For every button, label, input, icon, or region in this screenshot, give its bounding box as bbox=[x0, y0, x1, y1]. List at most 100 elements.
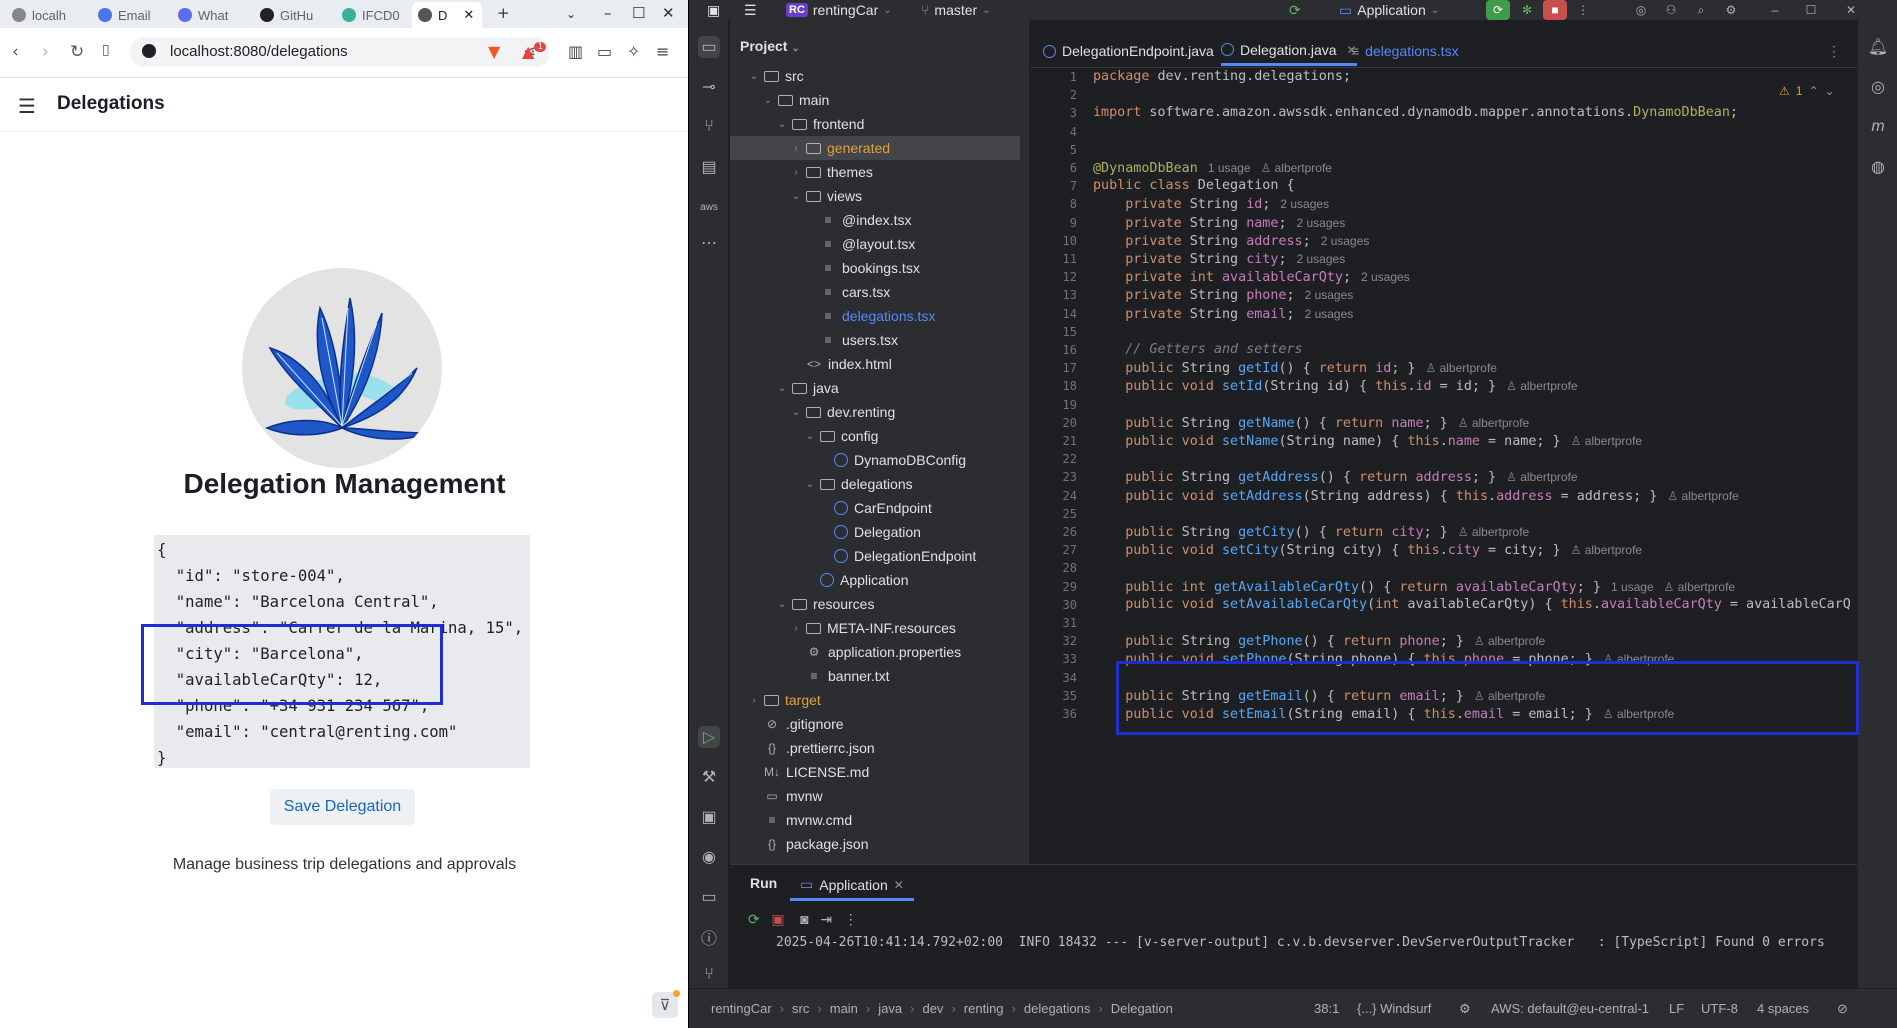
chevron-down-icon[interactable]: ⌄ bbox=[748, 71, 760, 82]
tree-item-themes[interactable]: › themes bbox=[730, 160, 1020, 184]
chevron-down-icon[interactable]: ⌄ bbox=[762, 95, 774, 106]
minimize-button[interactable]: – bbox=[604, 4, 612, 22]
run-config-selector[interactable]: ▭ Application ⌄ bbox=[1339, 0, 1439, 20]
tree-item-meta-inf-resources[interactable]: › META-INF.resources bbox=[730, 616, 1020, 640]
wallet-icon[interactable]: ▭ bbox=[597, 42, 612, 61]
plugin-icon[interactable]: ⚙ bbox=[1459, 1001, 1471, 1017]
close-window-button[interactable]: ✕ bbox=[662, 4, 675, 22]
browser-tab-1[interactable]: localh bbox=[6, 2, 88, 28]
notifications-bell-icon[interactable]: 🔔︎ bbox=[1867, 36, 1889, 58]
ai-chat-icon[interactable]: ◎ bbox=[1867, 76, 1889, 98]
tree-item-resources[interactable]: ⌄ resources bbox=[730, 592, 1020, 616]
tree-item-config[interactable]: ⌄ config bbox=[730, 424, 1020, 448]
tree-item-bookings-tsx[interactable]: ≡ bookings.tsx bbox=[730, 256, 1020, 280]
maven-icon[interactable]: m bbox=[1867, 116, 1889, 138]
sync-icon[interactable]: ⟳ bbox=[1289, 0, 1301, 20]
copilot-icon[interactable]: ◍ bbox=[1867, 156, 1889, 178]
exit-icon[interactable]: ⇥ bbox=[820, 911, 832, 927]
run-tool-icon[interactable]: ▷ bbox=[698, 726, 720, 748]
tree-item-delegation[interactable]: Delegation bbox=[730, 520, 1020, 544]
stop-icon[interactable]: ▣ bbox=[771, 911, 784, 927]
indent-setting[interactable]: 4 spaces bbox=[1757, 1001, 1809, 1016]
tree-item-delegationendpoint[interactable]: DelegationEndpoint bbox=[730, 544, 1020, 568]
new-tab-button[interactable]: + bbox=[497, 4, 510, 22]
breadcrumb-item[interactable]: renting bbox=[964, 1001, 1004, 1016]
search-icon[interactable]: ⌕ bbox=[1689, 0, 1713, 20]
ai-assistant-icon[interactable]: ◎ bbox=[1629, 0, 1653, 20]
tree-item-frontend[interactable]: ⌄ frontend bbox=[730, 112, 1020, 136]
chevron-right-icon[interactable]: › bbox=[790, 167, 802, 178]
tree-item-mvnw-cmd[interactable]: ≡ mvnw.cmd bbox=[730, 808, 1020, 832]
tree-item-mvnw[interactable]: ▭ mvnw bbox=[730, 784, 1020, 808]
chevron-down-icon[interactable]: ⌄ bbox=[790, 407, 802, 418]
tree-item-application-properties[interactable]: ⚙ application.properties bbox=[730, 640, 1020, 664]
tree-item-package-json[interactable]: {} package.json bbox=[730, 832, 1020, 856]
chevron-down-icon[interactable]: ⌄ bbox=[776, 599, 788, 610]
ide-close-button[interactable]: ✕ bbox=[1839, 0, 1863, 20]
services-icon[interactable]: ◉ bbox=[698, 846, 720, 868]
rerun-icon[interactable]: ⟳ bbox=[748, 911, 760, 927]
structure-icon[interactable]: ▤ bbox=[698, 156, 720, 178]
leo-ai-icon[interactable]: ✧ bbox=[627, 42, 640, 61]
tree-item-dev-renting[interactable]: ⌄ dev.renting bbox=[730, 400, 1020, 424]
tree-item-java[interactable]: ⌄ java bbox=[730, 376, 1020, 400]
tree-item-dynamodbconfig[interactable]: DynamoDBConfig bbox=[730, 448, 1020, 472]
chevron-right-icon[interactable]: › bbox=[748, 695, 760, 706]
tree-item-delegations-tsx[interactable]: ≡ delegations.tsx bbox=[730, 304, 1020, 328]
chevron-down-icon[interactable]: ⌄ bbox=[776, 383, 788, 394]
chevron-right-icon[interactable]: › bbox=[790, 623, 802, 634]
maximize-button[interactable]: ☐ bbox=[632, 4, 645, 22]
tree-item-layout-tsx[interactable]: ≡ @layout.tsx bbox=[730, 232, 1020, 256]
commit-icon[interactable]: ⊸ bbox=[698, 76, 720, 98]
save-delegation-button[interactable]: Save Delegation bbox=[270, 789, 415, 825]
screenshot-icon[interactable]: ◙ bbox=[800, 911, 808, 927]
ide-logo-icon[interactable]: ▣ bbox=[707, 0, 720, 20]
tab-list-icon[interactable]: ⌄ bbox=[566, 7, 576, 21]
tree-item-src[interactable]: ⌄ src bbox=[730, 64, 1020, 88]
editor-tab-delegation-endpoint[interactable]: DelegationEndpoint.java bbox=[1043, 36, 1214, 66]
git-icon[interactable]: ⑂ bbox=[698, 964, 720, 986]
file-encoding[interactable]: UTF-8 bbox=[1701, 1001, 1738, 1016]
breadcrumb-item[interactable]: src bbox=[792, 1001, 809, 1016]
tree-item-index-tsx[interactable]: ≡ @index.tsx bbox=[730, 208, 1020, 232]
terminal-icon[interactable]: ▭ bbox=[698, 886, 720, 908]
build-hammer-icon[interactable]: ⚒ bbox=[698, 766, 720, 788]
add-user-icon[interactable]: ⚇ bbox=[1659, 0, 1683, 20]
browser-tab-5[interactable]: IFCD0 bbox=[336, 2, 418, 28]
tree-item-banner-txt[interactable]: ≡ banner.txt bbox=[730, 664, 1020, 688]
pull-requests-icon[interactable]: ⑂ bbox=[698, 116, 720, 138]
tree-item-license-md[interactable]: M↓ LICENSE.md bbox=[730, 760, 1020, 784]
breadcrumb-item[interactable]: main bbox=[830, 1001, 858, 1016]
settings-gear-icon[interactable]: ⚙ bbox=[1719, 0, 1743, 20]
close-tab-icon[interactable]: ✕ bbox=[463, 7, 474, 23]
ide-minimize-button[interactable]: – bbox=[1763, 0, 1787, 20]
more-icon[interactable]: ⋮ bbox=[844, 911, 858, 927]
console-icon[interactable]: ▣ bbox=[698, 806, 720, 828]
browser-tab-active[interactable]: D ✕ bbox=[412, 2, 482, 28]
windsurf-status[interactable]: {...} Windsurf bbox=[1357, 1001, 1431, 1016]
ide-maximize-button[interactable]: ☐ bbox=[1799, 0, 1823, 20]
tree-item-target[interactable]: › target bbox=[730, 688, 1020, 712]
browser-tab-3[interactable]: What bbox=[172, 2, 254, 28]
bookmark-icon[interactable]: ▯ bbox=[102, 42, 110, 58]
more-actions-icon[interactable]: ⋮ bbox=[1571, 0, 1595, 20]
line-separator[interactable]: LF bbox=[1669, 1001, 1684, 1016]
aws-icon[interactable]: aws bbox=[698, 196, 720, 218]
breadcrumb-item[interactable]: dev bbox=[922, 1001, 943, 1016]
cursor-position[interactable]: 38:1 bbox=[1314, 1001, 1339, 1016]
main-menu-icon[interactable]: ☰ bbox=[744, 0, 757, 20]
breadcrumb-item[interactable]: rentingCar bbox=[711, 1001, 772, 1016]
project-selector[interactable]: RC rentingCar ⌄ bbox=[786, 0, 892, 20]
chevron-down-icon[interactable]: ⌄ bbox=[790, 191, 802, 202]
tree-item-cars-tsx[interactable]: ≡ cars.tsx bbox=[730, 280, 1020, 304]
site-info-icon[interactable] bbox=[142, 44, 156, 58]
hamburger-menu-icon[interactable]: ☰ bbox=[18, 94, 36, 118]
more-tools-icon[interactable]: ⋯ bbox=[698, 232, 720, 254]
tree-item-users-tsx[interactable]: ≡ users.tsx bbox=[730, 328, 1020, 352]
aws-connection-status[interactable]: AWS: default@eu-central-1 bbox=[1491, 1001, 1649, 1016]
tree-item-views[interactable]: ⌄ views bbox=[730, 184, 1020, 208]
branch-selector[interactable]: ⑂ master ⌄ bbox=[921, 0, 991, 20]
problems-icon[interactable]: ⓘ bbox=[698, 926, 720, 948]
reload-icon[interactable]: ↻ bbox=[70, 42, 84, 62]
rerun-button[interactable]: ⟳ bbox=[1486, 0, 1510, 20]
